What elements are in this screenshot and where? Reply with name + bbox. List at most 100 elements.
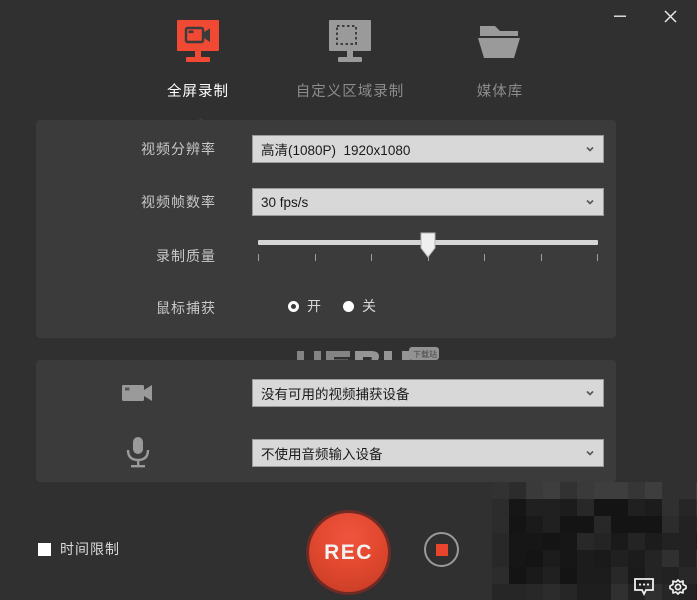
video-device-select[interactable]: 没有可用的视频捕获设备: [252, 379, 604, 407]
framerate-value: 30 fps/s: [261, 194, 309, 210]
mosaic-block: [645, 499, 662, 516]
stop-button[interactable]: [424, 532, 459, 567]
record-label: REC: [324, 540, 373, 564]
mouse-capture-label: 鼠标捕获: [156, 300, 216, 316]
resolution-value: 高清(1080P) 1920x1080: [261, 143, 411, 158]
mosaic-block: [645, 482, 662, 499]
mosaic-block: [662, 482, 679, 499]
mouse-capture-off-radio[interactable]: 关: [343, 296, 376, 316]
record-button[interactable]: REC: [306, 510, 391, 595]
mosaic-block: [492, 516, 509, 533]
mosaic-block: [662, 499, 679, 516]
mosaic-block: [509, 533, 526, 550]
mosaic-block: [679, 533, 696, 550]
camcorder-icon: [118, 373, 158, 413]
mosaic-block: [628, 550, 645, 567]
mosaic-block: [594, 584, 611, 600]
tab-label: 自定义区域录制: [295, 84, 405, 100]
mosaic-block: [662, 516, 679, 533]
mosaic-block: [509, 567, 526, 584]
slider-tick: [484, 254, 485, 261]
mosaic-block: [611, 533, 628, 550]
mosaic-block: [577, 550, 594, 567]
mosaic-block: [560, 482, 577, 499]
slider-tick: [597, 254, 598, 261]
mosaic-block: [509, 516, 526, 533]
mosaic-block: [509, 499, 526, 516]
mosaic-block: [645, 550, 662, 567]
mosaic-block: [560, 533, 577, 550]
mosaic-block: [509, 584, 526, 600]
mosaic-block: [628, 533, 645, 550]
mosaic-block: [594, 499, 611, 516]
mosaic-block: [509, 550, 526, 567]
radio-dot: [343, 300, 354, 312]
mosaic-block: [577, 567, 594, 584]
audio-device-select[interactable]: 不使用音频输入设备: [252, 439, 604, 467]
tab-custom-region-record[interactable]: 自定义区域录制: [280, 14, 420, 110]
mosaic-block: [543, 550, 560, 567]
resolution-select[interactable]: 高清(1080P) 1920x1080: [252, 135, 604, 163]
mosaic-block: [577, 482, 594, 499]
slider-handle[interactable]: [420, 232, 436, 258]
quality-slider[interactable]: [258, 232, 598, 264]
tab-label: 媒体库: [476, 84, 524, 100]
chevron-down-icon: [585, 448, 595, 458]
mosaic-block: [543, 567, 560, 584]
devices-panel: 没有可用的视频捕获设备 不使用音频输入设备: [36, 360, 616, 482]
quality-label: 录制质量: [156, 248, 216, 264]
slider-tick: [258, 254, 259, 261]
stop-square-icon: [435, 543, 448, 556]
pixelated-region: [492, 482, 697, 600]
mouse-capture-on-radio[interactable]: 开: [288, 296, 321, 316]
speech-bubble-icon[interactable]: [633, 577, 655, 597]
mosaic-block: [526, 499, 543, 516]
mosaic-block: [594, 516, 611, 533]
mosaic-block: [492, 550, 509, 567]
mosaic-block: [577, 584, 594, 600]
time-limit-label: 时间限制: [60, 541, 120, 557]
mosaic-block: [645, 516, 662, 533]
mosaic-block: [611, 516, 628, 533]
mosaic-block: [543, 533, 560, 550]
chevron-down-icon: [585, 388, 595, 398]
slider-tick: [541, 254, 542, 261]
tab-bar: 全屏录制 自定义区域录制 媒体库: [0, 14, 697, 135]
mosaic-block: [526, 550, 543, 567]
tab-media-library[interactable]: 媒体库: [430, 14, 570, 110]
time-limit-checkbox[interactable]: 时间限制: [38, 539, 120, 559]
mosaic-block: [543, 584, 560, 600]
mosaic-block: [492, 533, 509, 550]
mosaic-block: [526, 482, 543, 499]
tab-fullscreen-record[interactable]: 全屏录制: [128, 14, 268, 110]
mosaic-block: [594, 567, 611, 584]
mosaic-block: [611, 584, 628, 600]
mosaic-block: [679, 482, 696, 499]
mosaic-block: [645, 533, 662, 550]
chevron-down-icon: [585, 197, 595, 207]
mosaic-block: [679, 499, 696, 516]
mosaic-block: [560, 516, 577, 533]
mosaic-block: [679, 550, 696, 567]
mosaic-block: [662, 533, 679, 550]
mosaic-block: [611, 567, 628, 584]
settings-panel: 视频分辨率 高清(1080P) 1920x1080 视频帧数率 30 fps/s…: [36, 120, 616, 338]
slider-tick: [371, 254, 372, 261]
mosaic-block: [628, 516, 645, 533]
microphone-icon: [118, 432, 158, 472]
mosaic-block: [492, 499, 509, 516]
mosaic-block: [611, 550, 628, 567]
mosaic-block: [679, 516, 696, 533]
mosaic-block: [594, 550, 611, 567]
audio-device-value: 不使用音频输入设备: [261, 447, 383, 462]
mosaic-block: [526, 567, 543, 584]
mosaic-block: [492, 567, 509, 584]
mosaic-block: [526, 533, 543, 550]
mosaic-block: [526, 584, 543, 600]
mosaic-block: [628, 499, 645, 516]
mosaic-block: [543, 516, 560, 533]
mosaic-block: [560, 584, 577, 600]
framerate-select[interactable]: 30 fps/s: [252, 188, 604, 216]
resolution-label: 视频分辨率: [141, 141, 216, 157]
gear-icon[interactable]: [667, 577, 689, 597]
